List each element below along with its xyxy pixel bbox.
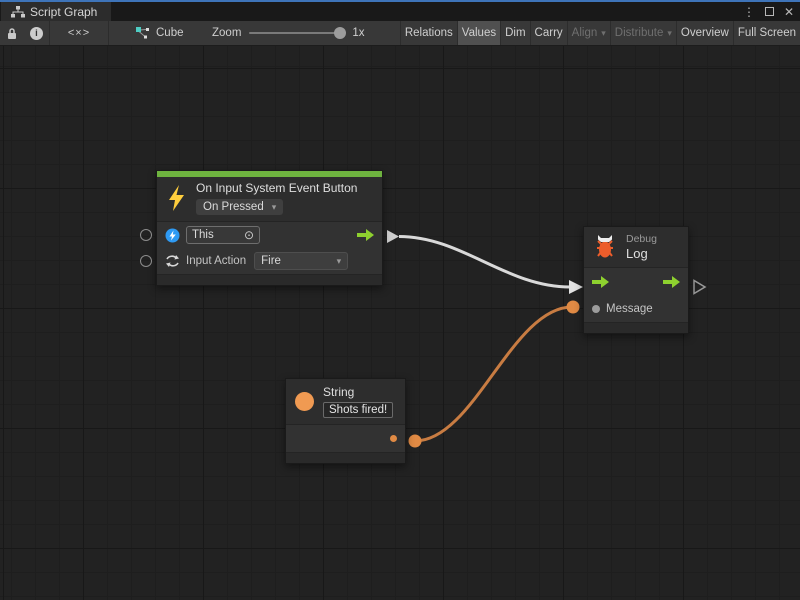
node-footer — [157, 274, 382, 285]
graph-toolbar: i <×> Cube Zoom 1x — [0, 21, 800, 46]
relations-label: Relations — [405, 27, 453, 39]
info-icon: i — [30, 27, 43, 40]
mini-graph-icon — [136, 27, 150, 39]
values-label: Values — [462, 27, 496, 39]
dim-toggle[interactable]: Dim — [500, 21, 529, 45]
flow-input-arrow-icon[interactable] — [592, 276, 609, 288]
graph-owner-label: Cube — [156, 27, 184, 39]
zoom-slider-track[interactable] — [249, 32, 344, 34]
fullscreen-label: Full Screen — [738, 27, 796, 39]
lock-button[interactable] — [0, 21, 24, 45]
input-action-value: Fire — [261, 255, 281, 267]
zoom-control: Zoom 1x — [212, 21, 365, 45]
close-icon[interactable]: ✕ — [784, 6, 794, 18]
dim-label: Dim — [505, 27, 525, 39]
angle-connections-icon: <×> — [68, 27, 90, 39]
toolbar-left-group: i <×> — [0, 21, 109, 45]
flow-output-arrow-icon[interactable] — [663, 276, 680, 288]
values-toggle[interactable]: Values — [457, 21, 500, 45]
chevron-down-icon: ▾ — [667, 28, 672, 39]
window-actions: ⋮ ✕ — [743, 2, 794, 21]
align-dropdown[interactable]: Align ▾ — [567, 21, 610, 45]
string-value-input[interactable]: Shots fired! — [323, 402, 393, 418]
node-on-input-system-event-button[interactable]: On Input System Event Button On Pressed … — [156, 170, 383, 286]
flow-output-arrow-icon[interactable] — [357, 229, 374, 241]
this-input-port[interactable] — [140, 229, 152, 241]
event-mode-value: On Pressed — [203, 201, 264, 213]
string-type-icon — [295, 392, 314, 411]
object-picker-icon: ⊙ — [244, 228, 254, 242]
this-object-field[interactable]: This ⊙ — [186, 226, 260, 244]
window-menu-icon[interactable]: ⋮ — [743, 6, 755, 18]
carry-label: Carry — [535, 27, 563, 39]
lock-icon — [6, 27, 18, 40]
zoom-value: 1x — [352, 27, 364, 39]
graph-breadcrumb[interactable]: Cube — [136, 21, 184, 45]
unity-script-graph-window: Script Graph ⋮ ✕ i <×> — [0, 0, 800, 600]
maximize-icon[interactable] — [765, 7, 774, 16]
relations-toggle[interactable]: Relations — [400, 21, 457, 45]
node-footer — [584, 322, 688, 333]
event-mode-dropdown[interactable]: On Pressed ▾ — [196, 199, 283, 215]
input-action-input-port[interactable] — [140, 255, 152, 267]
lightning-bolt-icon — [167, 184, 186, 212]
node-title: On Input System Event Button — [196, 181, 357, 195]
node-category: Debug — [626, 233, 657, 245]
connections-toggle-button[interactable]: <×> — [50, 21, 108, 45]
zoom-label: Zoom — [212, 27, 241, 39]
fullscreen-toggle[interactable]: Full Screen — [733, 21, 800, 45]
node-string-literal[interactable]: String Shots fired! — [285, 378, 406, 464]
distribute-dropdown[interactable]: Distribute ▾ — [610, 21, 676, 45]
toolbar-separator — [108, 21, 109, 45]
message-label: Message — [606, 303, 653, 315]
bug-icon — [593, 234, 617, 260]
distribute-label: Distribute — [615, 27, 664, 39]
input-action-icon — [165, 254, 180, 268]
tab-title: Script Graph — [30, 5, 97, 19]
toolbar-toggle-group: Relations Values Dim Carry Align ▾ Distr… — [400, 21, 800, 45]
input-action-label: Input Action — [186, 255, 246, 267]
chevron-down-icon: ▾ — [272, 202, 277, 213]
zoom-slider-handle[interactable] — [334, 27, 346, 39]
inspect-button[interactable]: i — [24, 21, 49, 45]
input-action-dropdown[interactable]: Fire ▾ — [254, 252, 348, 270]
gameobject-bolt-icon — [165, 228, 180, 243]
align-label: Align — [572, 27, 598, 39]
overview-label: Overview — [681, 27, 729, 39]
port-row-this: This ⊙ — [157, 222, 382, 248]
node-footer — [286, 452, 405, 463]
string-output-port[interactable] — [390, 435, 397, 442]
node-title: Log — [626, 246, 657, 261]
chevron-down-icon: ▾ — [337, 256, 342, 267]
overview-button[interactable]: Overview — [676, 21, 733, 45]
flow-row — [584, 268, 688, 296]
tab-bar: Script Graph ⋮ ✕ — [0, 2, 800, 21]
port-row-input-action: Input Action Fire ▾ — [157, 248, 382, 274]
this-label: This — [192, 229, 214, 241]
node-title: String — [323, 385, 393, 399]
tab-script-graph[interactable]: Script Graph — [1, 2, 111, 21]
port-row-message: Message — [584, 296, 688, 322]
output-row — [286, 425, 405, 452]
node-debug-log[interactable]: Debug Log Message — [583, 226, 689, 334]
chevron-down-icon: ▾ — [601, 28, 606, 39]
graph-icon — [11, 6, 25, 18]
carry-toggle[interactable]: Carry — [530, 21, 567, 45]
message-input-port[interactable] — [592, 305, 600, 313]
